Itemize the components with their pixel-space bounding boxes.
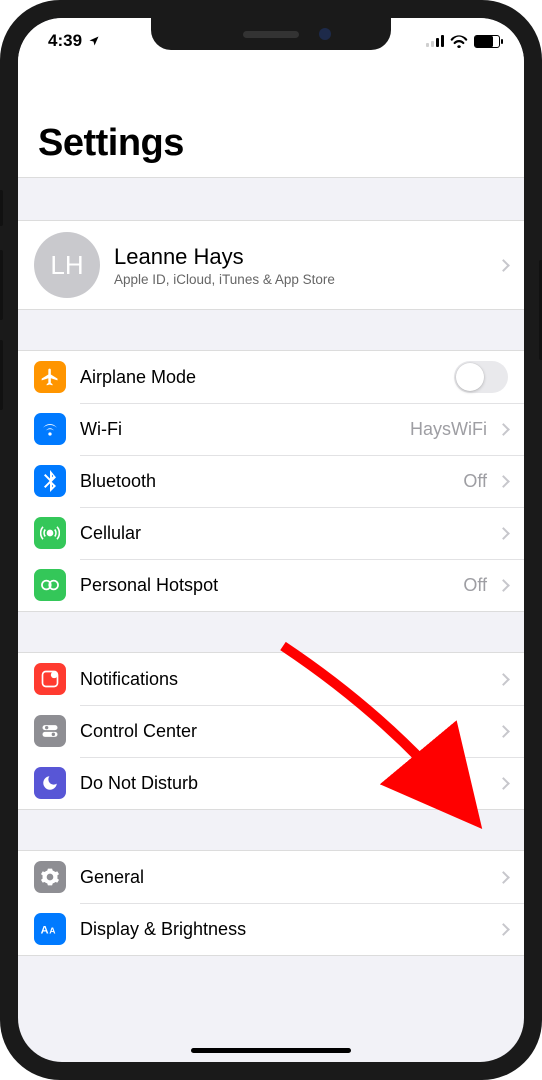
group-spacer	[18, 810, 524, 850]
cellular-icon	[34, 517, 66, 549]
do-not-disturb-row[interactable]: Do Not Disturb	[18, 757, 524, 809]
chevron-right-icon	[497, 579, 510, 592]
header: Settings	[18, 64, 524, 178]
screen: 4:39 Settings LH Leanne Hays Apple	[18, 18, 524, 1062]
general-section: General AA Display & Brightness	[18, 850, 524, 956]
chevron-right-icon	[497, 527, 510, 540]
chevron-right-icon	[497, 777, 510, 790]
chevron-right-icon	[497, 673, 510, 686]
row-label: Notifications	[80, 669, 495, 690]
home-indicator[interactable]	[191, 1048, 351, 1053]
connectivity-section: Airplane Mode Wi-Fi HaysWiFi Bluetooth O…	[18, 350, 524, 612]
bluetooth-row[interactable]: Bluetooth Off	[18, 455, 524, 507]
control-center-icon	[34, 715, 66, 747]
chevron-right-icon	[497, 475, 510, 488]
chevron-right-icon	[497, 923, 510, 936]
page-title: Settings	[38, 122, 504, 165]
location-icon	[88, 35, 100, 47]
svg-text:A: A	[41, 925, 49, 937]
device-frame: 4:39 Settings LH Leanne Hays Apple	[0, 0, 542, 1080]
chevron-right-icon	[497, 871, 510, 884]
notifications-section: Notifications Control Center Do Not Dist…	[18, 652, 524, 810]
volume-up-button	[0, 250, 3, 320]
airplane-mode-row[interactable]: Airplane Mode	[18, 351, 524, 403]
side-button	[0, 190, 3, 226]
chevron-right-icon	[497, 725, 510, 738]
svg-text:A: A	[49, 926, 55, 936]
avatar-initials: LH	[50, 250, 83, 281]
notch	[151, 18, 391, 50]
group-spacer	[18, 178, 524, 220]
moon-icon	[34, 767, 66, 799]
personal-hotspot-row[interactable]: Personal Hotspot Off	[18, 559, 524, 611]
gear-icon	[34, 861, 66, 893]
bluetooth-icon	[34, 465, 66, 497]
bluetooth-value: Off	[463, 471, 487, 492]
group-spacer	[18, 310, 524, 350]
display-brightness-row[interactable]: AA Display & Brightness	[18, 903, 524, 955]
row-label: Cellular	[80, 523, 495, 544]
row-label: Wi-Fi	[80, 419, 410, 440]
row-label: Airplane Mode	[80, 367, 454, 388]
wifi-icon	[34, 413, 66, 445]
airplane-icon	[34, 361, 66, 393]
volume-down-button	[0, 340, 3, 410]
cellular-row[interactable]: Cellular	[18, 507, 524, 559]
battery-icon	[474, 35, 500, 48]
wifi-row[interactable]: Wi-Fi HaysWiFi	[18, 403, 524, 455]
general-row[interactable]: General	[18, 851, 524, 903]
hotspot-value: Off	[463, 575, 487, 596]
account-subtitle: Apple ID, iCloud, iTunes & App Store	[114, 272, 495, 287]
row-label: Control Center	[80, 721, 495, 742]
hotspot-icon	[34, 569, 66, 601]
account-section: LH Leanne Hays Apple ID, iCloud, iTunes …	[18, 220, 524, 310]
row-label: Personal Hotspot	[80, 575, 463, 596]
notifications-row[interactable]: Notifications	[18, 653, 524, 705]
wifi-status-icon	[450, 35, 468, 48]
control-center-row[interactable]: Control Center	[18, 705, 524, 757]
wifi-value: HaysWiFi	[410, 419, 487, 440]
status-time: 4:39	[48, 31, 82, 51]
chevron-right-icon	[497, 423, 510, 436]
row-label: General	[80, 867, 495, 888]
row-label: Bluetooth	[80, 471, 463, 492]
account-name: Leanne Hays	[114, 244, 495, 270]
cellular-signal-icon	[426, 35, 444, 47]
account-row[interactable]: LH Leanne Hays Apple ID, iCloud, iTunes …	[18, 221, 524, 309]
avatar: LH	[34, 232, 100, 298]
airplane-mode-switch[interactable]	[454, 361, 508, 393]
display-icon: AA	[34, 913, 66, 945]
chevron-right-icon	[497, 259, 510, 272]
group-spacer	[18, 612, 524, 652]
row-label: Display & Brightness	[80, 919, 495, 940]
notifications-icon	[34, 663, 66, 695]
row-label: Do Not Disturb	[80, 773, 495, 794]
